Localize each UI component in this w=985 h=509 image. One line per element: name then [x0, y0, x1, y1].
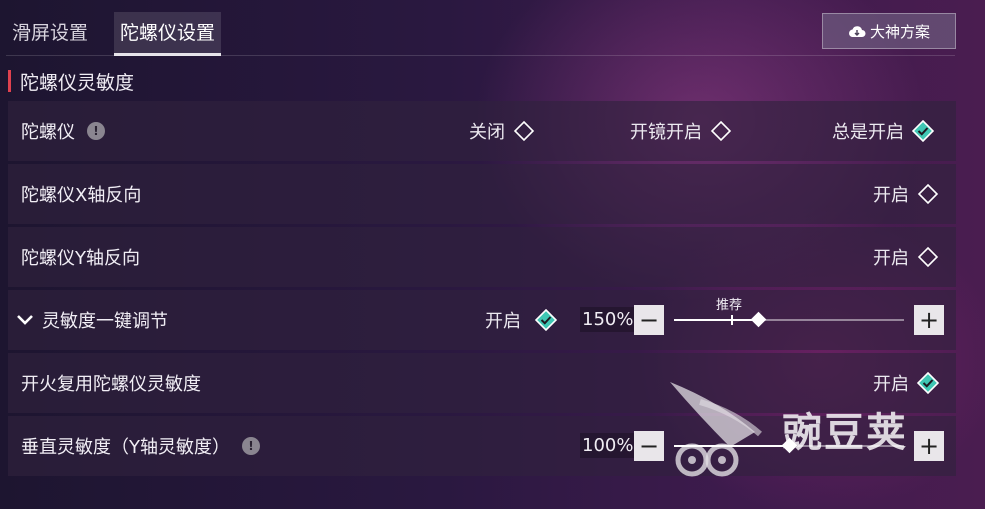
vertical-label: 垂直灵敏度（Y轴灵敏度） — [21, 437, 230, 458]
one-key-sensitivity-row: 灵敏度一键调节 开启 150% − 推荐 + — [8, 290, 956, 350]
gyro-option-always-label: 总是开启 — [832, 122, 904, 143]
recommended-tick — [731, 315, 733, 325]
y-invert-label: 陀螺仪Y轴反向 — [21, 248, 140, 269]
info-icon[interactable]: ! — [87, 122, 105, 140]
info-icon[interactable]: ! — [242, 437, 260, 455]
expert-preset-button[interactable]: 大神方案 — [822, 13, 956, 49]
gyro-option-always[interactable]: 总是开启 — [832, 118, 934, 144]
vertical-label-wrap: 垂直灵敏度（Y轴灵敏度） ! — [21, 433, 260, 459]
diamond-unchecked-icon — [513, 120, 535, 142]
x-invert-toggle[interactable]: 开启 — [873, 181, 939, 207]
y-invert-option-label: 开启 — [873, 248, 909, 269]
diamond-unchecked-icon — [710, 120, 732, 142]
one-key-plus-button[interactable]: + — [914, 305, 944, 335]
gyro-option-off-label: 关闭 — [469, 122, 505, 143]
section-title-text: 陀螺仪灵敏度 — [20, 71, 135, 94]
expert-preset-label: 大神方案 — [869, 22, 930, 41]
section-accent-bar — [8, 70, 11, 92]
gyro-mode-row: 陀螺仪 ! 关闭 开镜开启 总是开启 — [8, 101, 956, 161]
one-key-slider-thumb[interactable] — [750, 311, 767, 328]
gyro-mode-label: 陀螺仪 — [21, 122, 75, 143]
fire-reuse-label: 开火复用陀螺仪灵敏度 — [21, 374, 201, 395]
x-invert-row: 陀螺仪X轴反向 开启 — [8, 164, 956, 224]
recommended-label: 推荐 — [716, 298, 743, 313]
one-key-label: 灵敏度一键调节 — [42, 311, 168, 332]
tab-gyro-settings[interactable]: 陀螺仪设置 — [114, 12, 222, 56]
y-invert-row: 陀螺仪Y轴反向 开启 — [8, 227, 956, 287]
one-key-option-label: 开启 — [485, 311, 521, 332]
vertical-percent: 100% — [580, 433, 636, 458]
gyro-option-scope[interactable]: 开镜开启 — [630, 118, 732, 144]
one-key-toggle[interactable]: 开启 — [485, 307, 557, 333]
gyro-option-off[interactable]: 关闭 — [469, 118, 535, 144]
gyro-mode-label-wrap: 陀螺仪 ! — [21, 118, 105, 144]
y-invert-toggle[interactable]: 开启 — [873, 244, 939, 270]
diamond-unchecked-icon — [917, 183, 939, 205]
diamond-unchecked-icon — [917, 246, 939, 268]
x-invert-option-label: 开启 — [873, 185, 909, 206]
tab-bar: 滑屏设置 陀螺仪设置 大神方案 — [0, 0, 985, 56]
watermark-text: 豌豆荚 — [782, 410, 908, 456]
gyro-option-scope-label: 开镜开启 — [630, 122, 702, 143]
one-key-label-wrap: 灵敏度一键调节 — [16, 307, 168, 333]
one-key-percent: 150% — [580, 307, 636, 332]
one-key-slider-fill — [674, 319, 758, 321]
section-title: 陀螺仪灵敏度 — [8, 68, 134, 94]
diamond-checked-icon — [912, 120, 934, 142]
cloud-icon — [848, 26, 866, 37]
x-invert-label: 陀螺仪X轴反向 — [21, 185, 142, 206]
tab-divider — [6, 55, 955, 56]
one-key-minus-button[interactable]: − — [634, 305, 664, 335]
chevron-down-icon[interactable] — [16, 314, 34, 326]
tab-swipe-settings[interactable]: 滑屏设置 — [6, 12, 94, 54]
diamond-checked-icon — [535, 309, 557, 331]
